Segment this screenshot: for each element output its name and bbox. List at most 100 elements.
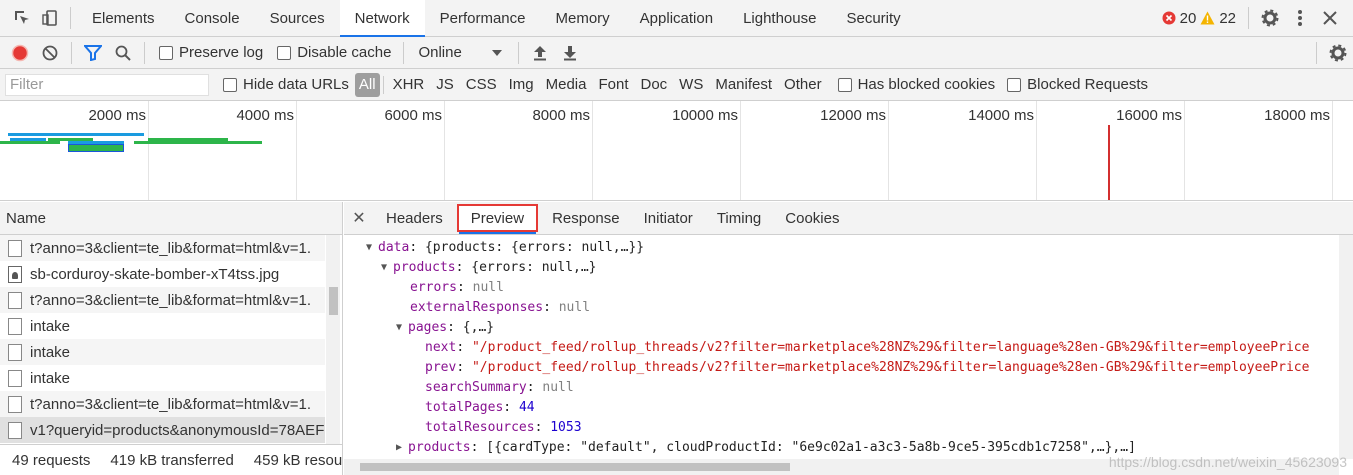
toolbar-divider (144, 41, 145, 64)
request-row[interactable]: intake (0, 313, 325, 339)
filter-funnel-icon[interactable] (78, 38, 108, 68)
timeline-request-bar (0, 141, 60, 144)
tree-node-errors[interactable]: errors: null (344, 277, 1339, 297)
preview-vertical-scrollbar[interactable] (1339, 235, 1353, 459)
tab-network[interactable]: Network (339, 0, 425, 37)
tab-headers[interactable]: Headers (374, 202, 455, 234)
request-name: t?anno=3&client=te_lib&format=html&v=1. (30, 395, 312, 413)
tab-elements[interactable]: Elements (77, 0, 170, 36)
timeline-label: 8000 ms (532, 107, 590, 124)
tree-node-total-resources[interactable]: totalResources: 1053 (344, 417, 1339, 437)
tab-response[interactable]: Response (540, 202, 632, 234)
name-column-header[interactable]: Name (0, 202, 342, 235)
filter-type-doc[interactable]: Doc (634, 73, 673, 97)
preserve-log-label: Preserve log (179, 44, 264, 61)
filter-type-ws[interactable]: WS (673, 73, 709, 97)
filter-input[interactable]: Filter (5, 73, 209, 96)
close-details-icon[interactable]: ✕ (344, 208, 374, 228)
tree-key: data (378, 239, 410, 255)
tree-key: prev (425, 359, 457, 375)
close-devtools-icon[interactable] (1315, 3, 1345, 33)
request-name: t?anno=3&client=te_lib&format=html&v=1. (30, 291, 312, 309)
network-settings-gear-icon[interactable] (1323, 38, 1353, 68)
request-row[interactable]: intake (0, 365, 325, 391)
tab-lighthouse[interactable]: Lighthouse (728, 0, 831, 36)
tab-console[interactable]: Console (170, 0, 255, 36)
tab-cookies[interactable]: Cookies (773, 202, 851, 234)
expand-triangle-icon[interactable]: ▼ (396, 322, 408, 333)
tab-memory[interactable]: Memory (541, 0, 625, 36)
filter-type-other[interactable]: Other (778, 73, 828, 97)
scrollbar-thumb[interactable] (360, 463, 790, 471)
tree-node-total-pages[interactable]: totalPages: 44 (344, 397, 1339, 417)
details-tab-bar: ✕ Headers Preview Response Initiator Tim… (344, 202, 1353, 235)
filter-type-manifest[interactable]: Manifest (709, 73, 778, 97)
tab-sources[interactable]: Sources (255, 0, 340, 36)
request-row[interactable]: t?anno=3&client=te_lib&format=html&v=1. (0, 391, 325, 417)
filter-type-all[interactable]: All (354, 72, 380, 97)
request-list-scrollbar[interactable] (326, 235, 340, 448)
throttling-select[interactable]: Online (410, 44, 510, 61)
tab-performance[interactable]: Performance (425, 0, 541, 36)
scrollbar-thumb[interactable] (329, 287, 338, 315)
request-row[interactable]: sb-corduroy-skate-bomber-xT4tss.jpg (0, 261, 325, 287)
error-icon (1162, 11, 1176, 25)
tab-security[interactable]: Security (831, 0, 915, 36)
search-icon[interactable] (108, 38, 138, 68)
device-toolbar-icon[interactable] (36, 4, 64, 32)
document-icon (8, 395, 22, 413)
checkbox-box[interactable] (159, 45, 173, 60)
collapse-triangle-icon[interactable]: ▶ (396, 442, 408, 453)
tab-initiator[interactable]: Initiator (632, 202, 705, 234)
error-count-badge[interactable]: 20 22 (1162, 10, 1236, 27)
filter-type-img[interactable]: Img (503, 73, 540, 97)
request-row[interactable]: t?anno=3&client=te_lib&format=html&v=1. (0, 235, 325, 261)
preserve-log-checkbox[interactable]: Preserve log (159, 44, 263, 61)
timeline-overview[interactable]: 2000 ms 4000 ms 6000 ms 8000 ms 10000 ms… (0, 101, 1353, 201)
tree-node-external-responses[interactable]: externalResponses: null (344, 297, 1339, 317)
tree-key: totalResources (425, 419, 535, 435)
request-name: intake (30, 369, 71, 387)
request-row-selected[interactable]: v1?queryid=products&anonymousId=78AEF (0, 417, 325, 443)
checkbox-box[interactable] (837, 77, 852, 92)
tree-node-prev[interactable]: prev: "/product_feed/rollup_threads/v2?f… (344, 357, 1339, 377)
checkbox-box[interactable] (1007, 77, 1022, 92)
timeline-label: 10000 ms (672, 107, 738, 124)
request-name: sb-corduroy-skate-bomber-xT4tss.jpg (30, 265, 280, 283)
clear-icon[interactable] (35, 38, 65, 68)
checkbox-box[interactable] (223, 77, 237, 92)
hide-data-urls-checkbox[interactable]: Hide data URLs (223, 76, 349, 93)
tree-node-data[interactable]: ▼ data: {products: {errors: null,…}} (344, 237, 1339, 257)
request-row[interactable]: intake (0, 339, 325, 365)
settings-gear-icon[interactable] (1255, 3, 1285, 33)
document-icon (8, 317, 22, 335)
expand-triangle-icon[interactable]: ▼ (381, 262, 393, 273)
filter-type-media[interactable]: Media (540, 73, 593, 97)
filter-type-xhr[interactable]: XHR (387, 73, 431, 97)
expand-triangle-icon[interactable]: ▼ (366, 242, 378, 253)
has-blocked-cookies-checkbox[interactable]: Has blocked cookies (837, 76, 995, 93)
blocked-requests-checkbox[interactable]: Blocked Requests (1007, 76, 1148, 93)
inspect-element-icon[interactable] (8, 4, 36, 32)
export-har-icon[interactable] (555, 38, 585, 68)
tree-node-search-summary[interactable]: searchSummary: null (344, 377, 1339, 397)
checkbox-box[interactable] (277, 45, 292, 60)
disable-cache-checkbox[interactable]: Disable cache (277, 44, 391, 61)
tree-node-pages[interactable]: ▼ pages: {,…} (344, 317, 1339, 337)
tab-application[interactable]: Application (625, 0, 728, 36)
toolbar-divider (518, 41, 520, 64)
tab-timing[interactable]: Timing (705, 202, 773, 234)
filter-type-js[interactable]: JS (430, 73, 460, 97)
tree-node-products[interactable]: ▼ products: {errors: null,…} (344, 257, 1339, 277)
tree-node-next[interactable]: next: "/product_feed/rollup_threads/v2?f… (344, 337, 1339, 357)
record-button-icon[interactable] (5, 38, 35, 68)
import-har-icon[interactable] (525, 38, 555, 68)
filter-type-font[interactable]: Font (592, 73, 634, 97)
request-row[interactable]: t?anno=3&client=te_lib&format=html&v=1. (0, 287, 325, 313)
filter-type-css[interactable]: CSS (460, 73, 503, 97)
timeline-request-bar (8, 133, 144, 136)
tab-preview[interactable]: Preview (456, 204, 539, 234)
network-status-bar: 49 requests 419 kB transferred 459 kB re… (0, 444, 342, 475)
document-icon (8, 291, 22, 309)
more-options-icon[interactable] (1285, 3, 1315, 33)
